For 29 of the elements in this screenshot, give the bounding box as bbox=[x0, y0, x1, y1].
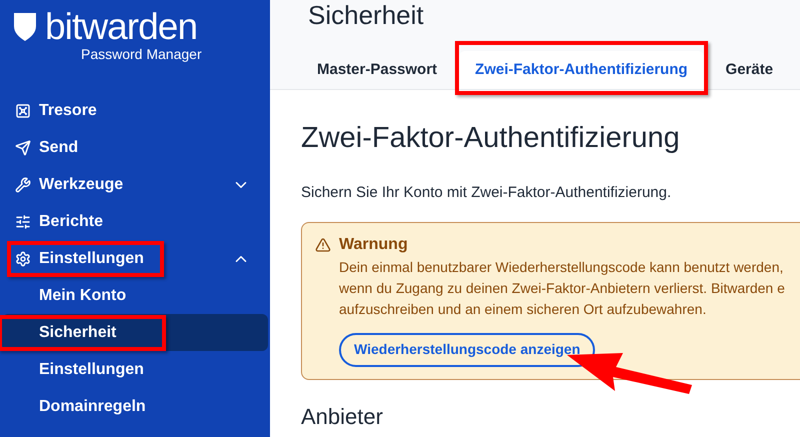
section-description: Sichern Sie Ihr Konto mit Zwei-Faktor-Authentifizierung. bbox=[301, 183, 672, 203]
wrench-icon bbox=[15, 176, 31, 192]
nav-item[interactable]: Einstellungen bbox=[2, 351, 268, 388]
shield-logo-icon bbox=[13, 12, 37, 42]
warning-text: aufzuschreiben und an einem sicheren Ort aufzubewahren. bbox=[339, 300, 706, 318]
section-title: Zwei-Faktor-Authentifizierung bbox=[301, 121, 680, 156]
logo-subtitle: Password Manager bbox=[81, 46, 202, 62]
tab[interactable]: Geräte bbox=[710, 51, 790, 89]
warning-icon bbox=[315, 236, 331, 252]
nav-item[interactable]: Domainregeln bbox=[2, 388, 268, 425]
send-icon bbox=[15, 140, 31, 156]
page-title: Sicherheit bbox=[308, 0, 424, 30]
nav-item[interactable]: Sicherheit bbox=[2, 314, 268, 351]
warning-text: wenn du Zugang zu deinen Zwei-Faktor-Anbietern verlierst. Bitwarden e bbox=[339, 278, 785, 298]
subsection-title: Anbieter bbox=[301, 402, 383, 430]
sliders-icon bbox=[15, 214, 31, 230]
tab[interactable]: Zwei-Faktor-Authentifizierung bbox=[459, 51, 704, 89]
nav-item[interactable]: Werkzeuge bbox=[2, 166, 268, 203]
nav-item[interactable]: Tresore bbox=[2, 92, 268, 129]
nav-item[interactable]: Berichte bbox=[2, 203, 268, 240]
warning-text: Dein einmal benutzbarer Wiederherstellungscode kann benutzt werden, bbox=[339, 258, 784, 277]
settings-icon bbox=[15, 250, 31, 266]
nav-item[interactable]: Mein Konto bbox=[2, 277, 268, 314]
logo-wordmark: bitwarden bbox=[45, 8, 198, 46]
tab[interactable]: Master-Passwort bbox=[301, 51, 454, 89]
warning-title: Warnung bbox=[339, 234, 408, 254]
nav-item[interactable]: Send bbox=[2, 129, 268, 166]
vault-icon bbox=[15, 102, 31, 118]
nav-item[interactable]: Einstellungen bbox=[2, 240, 268, 277]
